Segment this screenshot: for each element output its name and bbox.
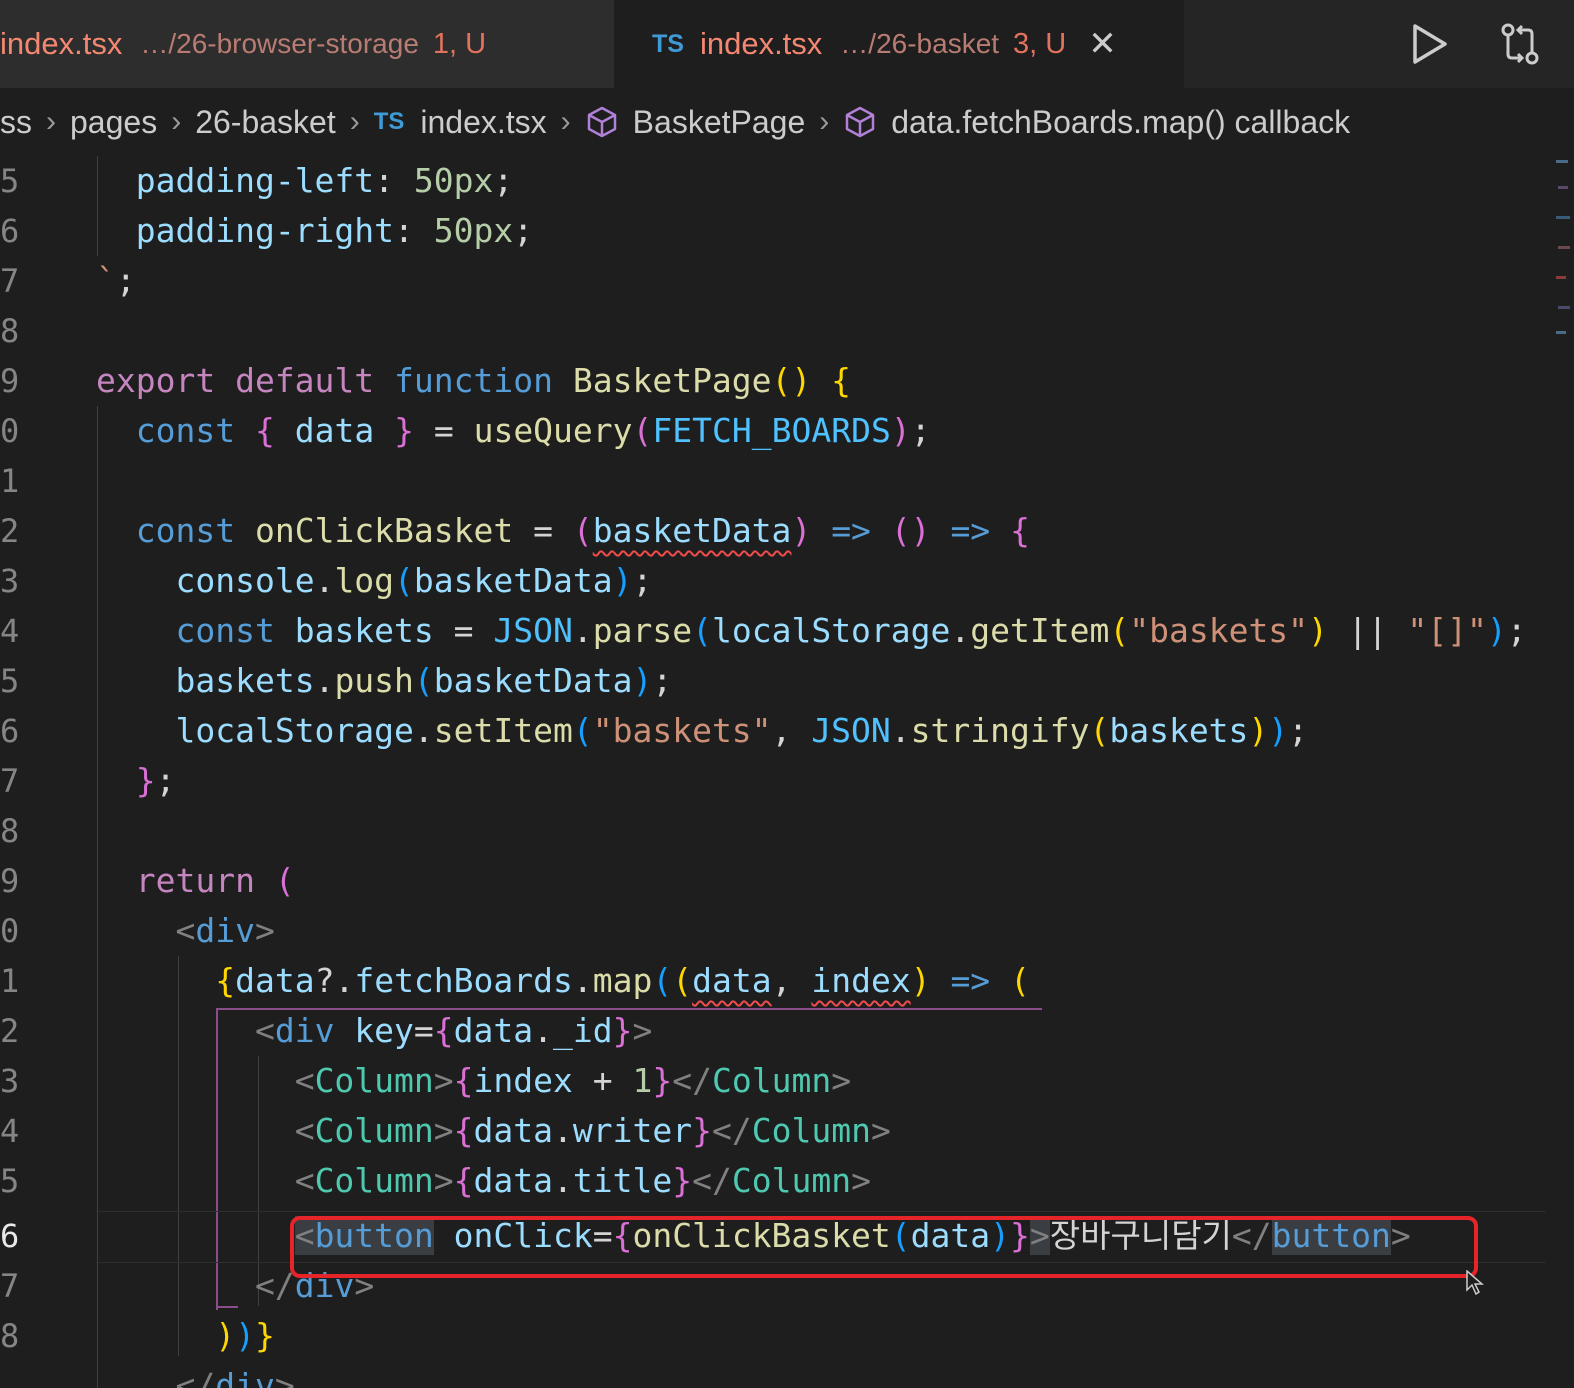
tab-basket-index[interactable]: TS index.tsx …/26-basket 3, U ✕ bbox=[614, 0, 1184, 88]
tab-file-name: index.tsx bbox=[0, 26, 123, 61]
line-number: 7 bbox=[0, 762, 20, 800]
line-number: 9 bbox=[0, 862, 20, 900]
breadcrumb: ss › pages › 26-basket › TS index.tsx › … bbox=[0, 88, 1574, 156]
breadcrumb-separator: › bbox=[819, 105, 830, 138]
source-compare-icon[interactable] bbox=[1496, 20, 1544, 68]
breadcrumb-item-pages[interactable]: pages bbox=[70, 104, 157, 141]
line-number: 0 bbox=[0, 412, 20, 450]
breadcrumb-separator: › bbox=[349, 105, 360, 138]
typescript-file-icon: TS bbox=[652, 29, 684, 58]
breadcrumb-item[interactable]: ss bbox=[0, 104, 32, 141]
breadcrumb-item-basketpage[interactable]: BasketPage bbox=[633, 104, 806, 141]
breadcrumb-separator: › bbox=[560, 105, 571, 138]
minimap[interactable] bbox=[1550, 156, 1574, 1388]
play-icon[interactable] bbox=[1405, 20, 1453, 68]
minimap-line bbox=[1558, 306, 1570, 309]
symbol-method-icon bbox=[587, 106, 616, 138]
line-number: 8 bbox=[0, 812, 20, 850]
line-number: 7 bbox=[0, 262, 20, 300]
minimap-line bbox=[1556, 216, 1570, 219]
line-number: 4 bbox=[0, 612, 20, 650]
breadcrumb-item-file[interactable]: index.tsx bbox=[420, 104, 546, 141]
tab-bar: index.tsx …/26-browser-storage 1, U TS i… bbox=[0, 0, 1574, 88]
line-number: 5 bbox=[0, 1162, 20, 1200]
line-number: 8 bbox=[0, 1317, 20, 1355]
tab-browser-storage-index[interactable]: index.tsx …/26-browser-storage 1, U bbox=[0, 0, 614, 88]
close-icon[interactable]: ✕ bbox=[1088, 24, 1117, 64]
line-number: 7 bbox=[0, 1267, 20, 1305]
line-number: 3 bbox=[0, 1062, 20, 1100]
tab-git-status: 3, U bbox=[1013, 27, 1067, 60]
code-editor[interactable]: 5 padding-left: 50px; 6 padding-right: 5… bbox=[0, 156, 1550, 1388]
line-number: 8 bbox=[0, 312, 20, 350]
tab-git-status: 1, U bbox=[432, 27, 487, 60]
highlight-annotation-box bbox=[290, 1216, 1478, 1278]
minimap-line bbox=[1558, 246, 1570, 249]
line-number: 6 bbox=[0, 1217, 20, 1255]
mouse-pointer-icon bbox=[1466, 1270, 1484, 1296]
line-number: 2 bbox=[0, 1012, 20, 1050]
minimap-line bbox=[1558, 186, 1568, 189]
breadcrumb-separator: › bbox=[171, 105, 182, 138]
minimap-line bbox=[1556, 276, 1566, 279]
symbol-method-icon bbox=[845, 106, 875, 138]
line-number: 1 bbox=[0, 462, 20, 500]
tab-file-name: index.tsx bbox=[699, 26, 823, 61]
tab-file-path: …/26-basket bbox=[840, 28, 1000, 59]
line-number: 1 bbox=[0, 962, 20, 1000]
line-number: 5 bbox=[0, 662, 20, 700]
breadcrumb-item-callback[interactable]: data.fetchBoards.map() callback bbox=[891, 104, 1350, 141]
line-number: 5 bbox=[0, 162, 20, 200]
line-number: 9 bbox=[0, 362, 20, 400]
line-number: 6 bbox=[0, 212, 20, 250]
tab-file-path: …/26-browser-storage bbox=[140, 28, 419, 59]
line-number: 3 bbox=[0, 562, 20, 600]
breadcrumb-separator: › bbox=[46, 105, 56, 138]
line-number: 0 bbox=[0, 912, 20, 950]
line-number: 6 bbox=[0, 712, 20, 750]
typescript-file-icon: TS bbox=[373, 108, 405, 135]
breadcrumb-item-26-basket[interactable]: 26-basket bbox=[195, 104, 336, 141]
minimap-line bbox=[1556, 331, 1566, 334]
minimap-line bbox=[1556, 160, 1568, 163]
line-number: 4 bbox=[0, 1112, 20, 1150]
line-number: 2 bbox=[0, 512, 20, 550]
